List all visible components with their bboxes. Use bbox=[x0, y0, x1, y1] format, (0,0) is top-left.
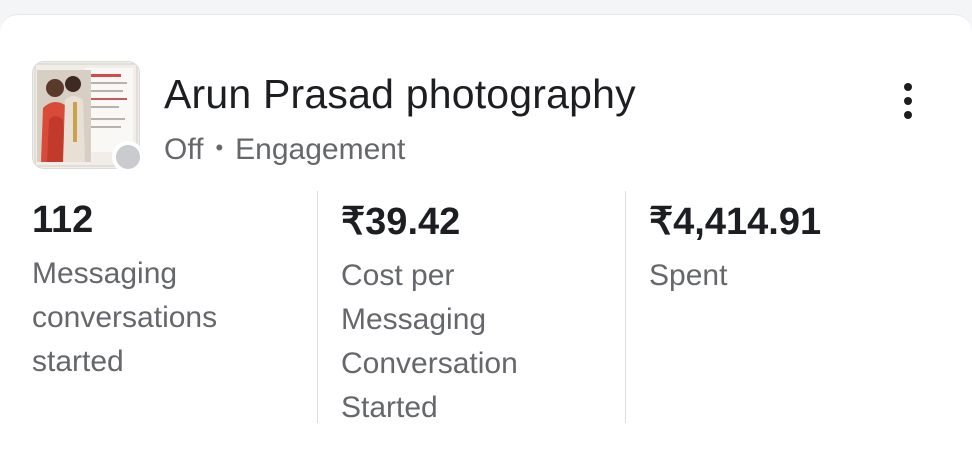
campaign-thumbnail[interactable] bbox=[32, 61, 144, 173]
status-dot bbox=[112, 141, 144, 173]
menu-dot bbox=[904, 97, 912, 105]
metric-cost-per-conversation: ₹39.42 Cost per Messaging Conversation S… bbox=[341, 191, 621, 424]
metric-label-line: Conversation bbox=[341, 347, 518, 380]
campaign-header: Arun Prasad photography Off • Engagement bbox=[32, 61, 940, 173]
metric-label: Messaging conversations started bbox=[32, 252, 312, 384]
campaign-status: Off bbox=[164, 133, 204, 166]
metric-messaging-conversations: 112 Messaging conversations started bbox=[32, 191, 312, 423]
metric-value: 112 bbox=[32, 199, 94, 241]
metric-label: Spent bbox=[649, 254, 929, 298]
campaign-meta: Off • Engagement bbox=[164, 133, 405, 167]
metric-value: ₹4,414.91 bbox=[649, 201, 822, 243]
campaign-card[interactable]: Arun Prasad photography Off • Engagement 1… bbox=[0, 14, 972, 466]
metric-spent: ₹4,414.91 Spent bbox=[649, 191, 929, 423]
metric-label-line: conversations bbox=[32, 301, 218, 334]
menu-dot bbox=[904, 111, 912, 119]
meta-separator: • bbox=[215, 135, 224, 160]
campaign-name[interactable]: Arun Prasad photography bbox=[164, 71, 636, 118]
more-vertical-icon[interactable] bbox=[890, 77, 926, 125]
metric-label-line: started bbox=[32, 345, 124, 378]
metrics-row: 112 Messaging conversations started ₹39.… bbox=[0, 191, 972, 424]
menu-dot bbox=[904, 83, 912, 91]
metric-divider bbox=[625, 191, 626, 423]
metric-label-line: Spent bbox=[649, 259, 728, 292]
metric-value: ₹39.42 bbox=[341, 201, 461, 243]
campaign-objective: Engagement bbox=[235, 133, 406, 166]
metric-divider bbox=[317, 191, 318, 423]
metric-label-line: Messaging bbox=[341, 303, 487, 336]
metric-label-line: Messaging bbox=[32, 257, 178, 290]
metric-label-line: Cost per bbox=[341, 259, 455, 292]
metric-label-line: Started bbox=[341, 391, 438, 424]
metric-label: Cost per Messaging Conversation Started bbox=[341, 254, 621, 430]
